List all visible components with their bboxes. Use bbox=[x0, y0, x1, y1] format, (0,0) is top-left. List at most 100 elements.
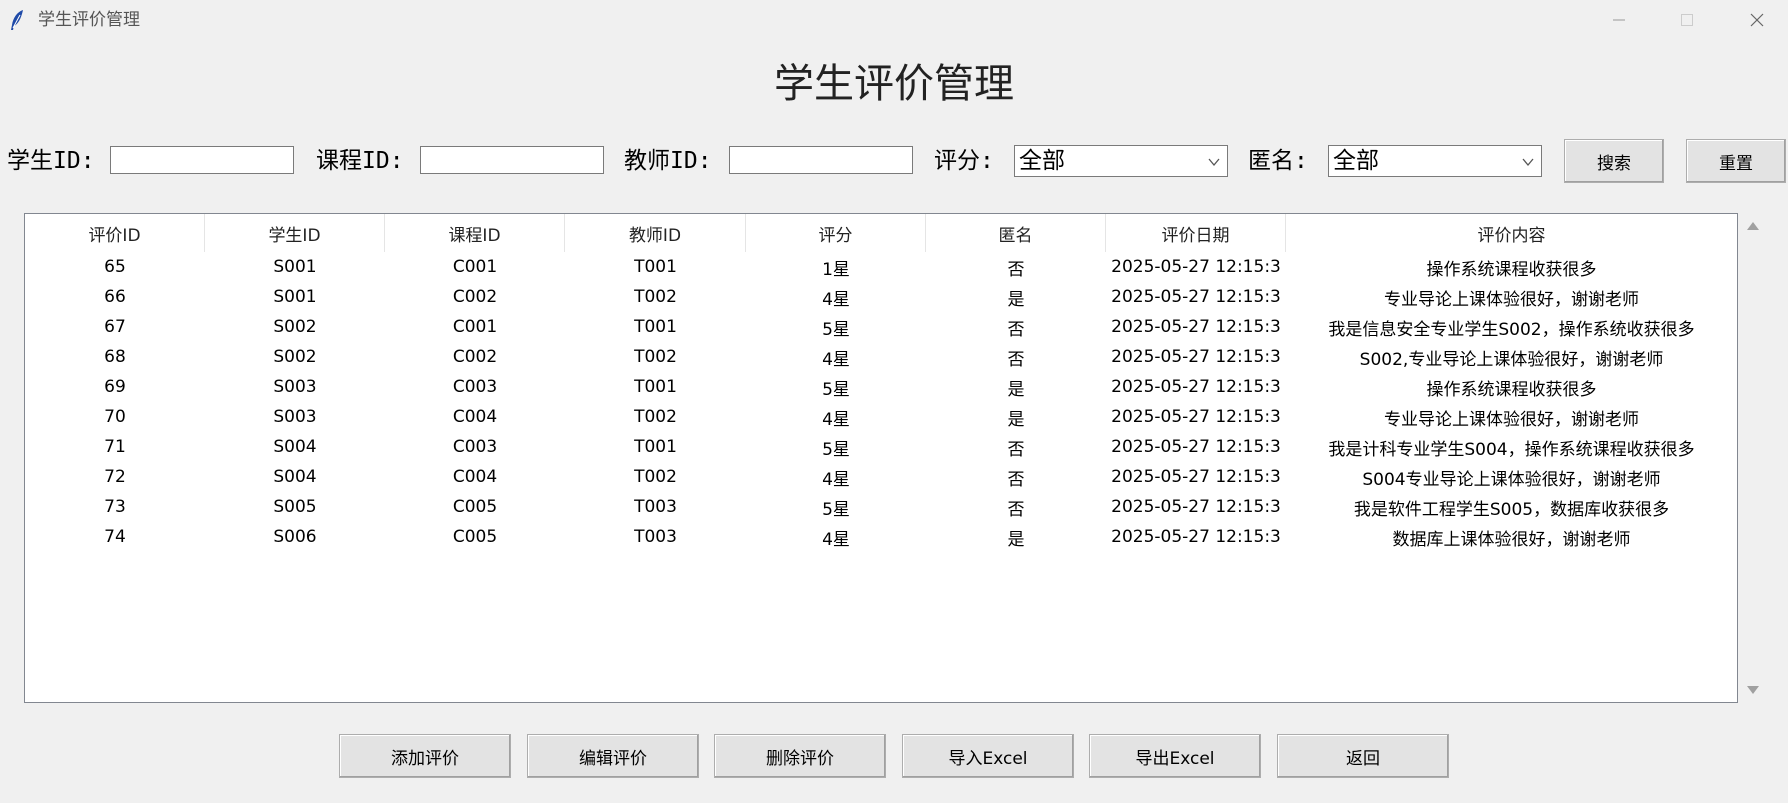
table-cell: 68 bbox=[104, 347, 126, 367]
table-cell: 4星 bbox=[822, 529, 850, 550]
table-cell: 2025-05-27 12:15:3 bbox=[1111, 287, 1281, 307]
student-id-input[interactable] bbox=[110, 146, 294, 174]
reset-button[interactable]: 重置 bbox=[1686, 139, 1786, 183]
column-header[interactable]: 教师ID bbox=[565, 214, 746, 252]
table-cell: S004专业导论上课体验很好，谢谢老师 bbox=[1362, 469, 1661, 490]
table-cell: 我是信息安全专业学生S002，操作系统收获很多 bbox=[1328, 319, 1695, 340]
export-excel-button[interactable]: 导出Excel bbox=[1089, 734, 1261, 778]
search-button[interactable]: 搜索 bbox=[1564, 139, 1664, 183]
table-cell: 74 bbox=[104, 527, 126, 547]
table-cell: T002 bbox=[634, 287, 677, 307]
table-cell: 5星 bbox=[822, 319, 850, 340]
table-cell: 2025-05-27 12:15:3 bbox=[1111, 377, 1281, 397]
table-row[interactable]: 73 S005 C005 T003 5星 否 2025-05-27 12:15:3 我是软件工… bbox=[25, 492, 1737, 522]
table-cell: 否 bbox=[1007, 469, 1025, 490]
table-cell: 是 bbox=[1007, 529, 1025, 550]
rating-label: 评分: bbox=[934, 148, 994, 174]
table-cell: 71 bbox=[104, 437, 126, 457]
table-header: 评价ID 学生ID 课程ID 教师ID 评分 匿名 评价日期 评价内容 bbox=[25, 214, 1737, 252]
table-cell: T002 bbox=[634, 467, 677, 487]
course-id-input[interactable] bbox=[420, 146, 604, 174]
table-cell: S001 bbox=[273, 287, 317, 307]
teacher-id-input[interactable] bbox=[729, 146, 913, 174]
delete-evaluation-button[interactable]: 删除评价 bbox=[714, 734, 886, 778]
table-row[interactable]: 69 S003 C003 T001 5星 是 2025-05-27 12:15:3 操作系统课… bbox=[25, 372, 1737, 402]
table-row[interactable]: 66 S001 C002 T002 4星 是 2025-05-27 12:15:3 专业导论上… bbox=[25, 282, 1737, 312]
maximize-button[interactable] bbox=[1656, 0, 1718, 40]
column-header[interactable]: 课程ID bbox=[385, 214, 565, 252]
table-cell: 2025-05-27 12:15:3 bbox=[1111, 407, 1281, 427]
table-row[interactable]: 74 S006 C005 T003 4星 是 2025-05-27 12:15:3 数据库上课… bbox=[25, 522, 1737, 552]
column-header[interactable]: 评分 bbox=[746, 214, 926, 252]
table-cell: C001 bbox=[452, 317, 498, 337]
table-cell: 2025-05-27 12:15:3 bbox=[1111, 257, 1281, 277]
table-cell: S002 bbox=[273, 347, 317, 367]
edit-evaluation-button[interactable]: 编辑评价 bbox=[527, 734, 699, 778]
back-button[interactable]: 返回 bbox=[1277, 734, 1449, 778]
table-cell: S002,专业导论上课体验很好，谢谢老师 bbox=[1359, 349, 1664, 370]
table-cell: 否 bbox=[1007, 319, 1025, 340]
table-cell: 2025-05-27 12:15:3 bbox=[1111, 527, 1281, 547]
table-cell: S001 bbox=[273, 257, 317, 277]
table-cell: 2025-05-27 12:15:3 bbox=[1111, 467, 1281, 487]
table-cell: 67 bbox=[104, 317, 126, 337]
teacher-id-label: 教师ID: bbox=[624, 148, 712, 174]
close-button[interactable] bbox=[1726, 0, 1788, 40]
table-cell: 专业导论上课体验很好，谢谢老师 bbox=[1384, 289, 1639, 310]
table-cell: 我是软件工程学生S005，数据库收获很多 bbox=[1353, 499, 1670, 520]
table-cell: S003 bbox=[273, 407, 317, 427]
import-excel-button[interactable]: 导入Excel bbox=[902, 734, 1074, 778]
table-cell: T001 bbox=[634, 317, 677, 337]
vertical-scrollbar[interactable] bbox=[1740, 213, 1766, 703]
column-header[interactable]: 学生ID bbox=[205, 214, 385, 252]
column-header[interactable]: 匿名 bbox=[926, 214, 1106, 252]
column-header[interactable]: 评价ID bbox=[25, 214, 205, 252]
table-cell: 4星 bbox=[822, 409, 850, 430]
table-cell: C005 bbox=[452, 497, 498, 517]
close-icon bbox=[1750, 13, 1764, 27]
table-cell: 72 bbox=[104, 467, 126, 487]
add-evaluation-button[interactable]: 添加评价 bbox=[339, 734, 511, 778]
table-cell: 是 bbox=[1007, 289, 1025, 310]
column-header[interactable]: 评价日期 bbox=[1106, 214, 1286, 252]
table-cell: C002 bbox=[452, 287, 498, 307]
table-cell: T001 bbox=[634, 437, 677, 457]
table-row[interactable]: 70 S003 C004 T002 4星 是 2025-05-27 12:15:3 专业导论上… bbox=[25, 402, 1737, 432]
table-row[interactable]: 72 S004 C004 T002 4星 否 2025-05-27 12:15:3 S004专… bbox=[25, 462, 1737, 492]
window-title: 学生评价管理 bbox=[38, 10, 140, 30]
app-window: 学生评价管理 学生评价管理 学生ID: 课程ID: 教师ID: 评分: 全部 匿… bbox=[0, 0, 1788, 803]
table-row[interactable]: 68 S002 C002 T002 4星 否 2025-05-27 12:15:3 S002,… bbox=[25, 342, 1737, 372]
page-title: 学生评价管理 bbox=[774, 61, 1014, 107]
table-cell: 69 bbox=[104, 377, 126, 397]
table-cell: 65 bbox=[104, 257, 126, 277]
table-cell: 2025-05-27 12:15:3 bbox=[1111, 347, 1281, 367]
title-bar: 学生评价管理 bbox=[0, 0, 1788, 40]
anonymous-label: 匿名: bbox=[1248, 148, 1308, 174]
table-cell: C003 bbox=[452, 377, 498, 397]
minimize-button[interactable] bbox=[1588, 0, 1650, 40]
table-cell: 否 bbox=[1007, 349, 1025, 370]
rating-select[interactable]: 全部 bbox=[1014, 145, 1228, 177]
table-cell: C004 bbox=[452, 407, 498, 427]
table-cell: 2025-05-27 12:15:3 bbox=[1111, 437, 1281, 457]
table-row[interactable]: 71 S004 C003 T001 5星 否 2025-05-27 12:15:3 我是计科专… bbox=[25, 432, 1737, 462]
table-cell: 5星 bbox=[822, 499, 850, 520]
anonymous-select[interactable]: 全部 bbox=[1328, 145, 1542, 177]
table-cell: 否 bbox=[1007, 259, 1025, 280]
table-cell: 4星 bbox=[822, 469, 850, 490]
table-cell: 我是计科专业学生S004，操作系统课程收获很多 bbox=[1328, 439, 1695, 460]
evaluation-table[interactable]: 评价ID 学生ID 课程ID 教师ID 评分 匿名 评价日期 评价内容 65 S001 C001 T… bbox=[24, 213, 1738, 703]
table-cell: 5星 bbox=[822, 379, 850, 400]
table-cell: 是 bbox=[1007, 379, 1025, 400]
table-cell: S004 bbox=[273, 437, 317, 457]
table-row[interactable]: 65 S001 C001 T001 1星 否 2025-05-27 12:15:3 操作系统课… bbox=[25, 252, 1737, 282]
scroll-up-arrow-icon[interactable] bbox=[1746, 221, 1760, 231]
column-header[interactable]: 评价内容 bbox=[1286, 214, 1737, 252]
maximize-icon bbox=[1681, 14, 1693, 26]
table-cell: 73 bbox=[104, 497, 126, 517]
table-row[interactable]: 67 S002 C001 T001 5星 否 2025-05-27 12:15:3 我是信息安… bbox=[25, 312, 1737, 342]
minimize-icon bbox=[1613, 19, 1625, 21]
scroll-down-arrow-icon[interactable] bbox=[1746, 685, 1760, 695]
table-cell: 4星 bbox=[822, 349, 850, 370]
table-cell: 1星 bbox=[822, 259, 850, 280]
